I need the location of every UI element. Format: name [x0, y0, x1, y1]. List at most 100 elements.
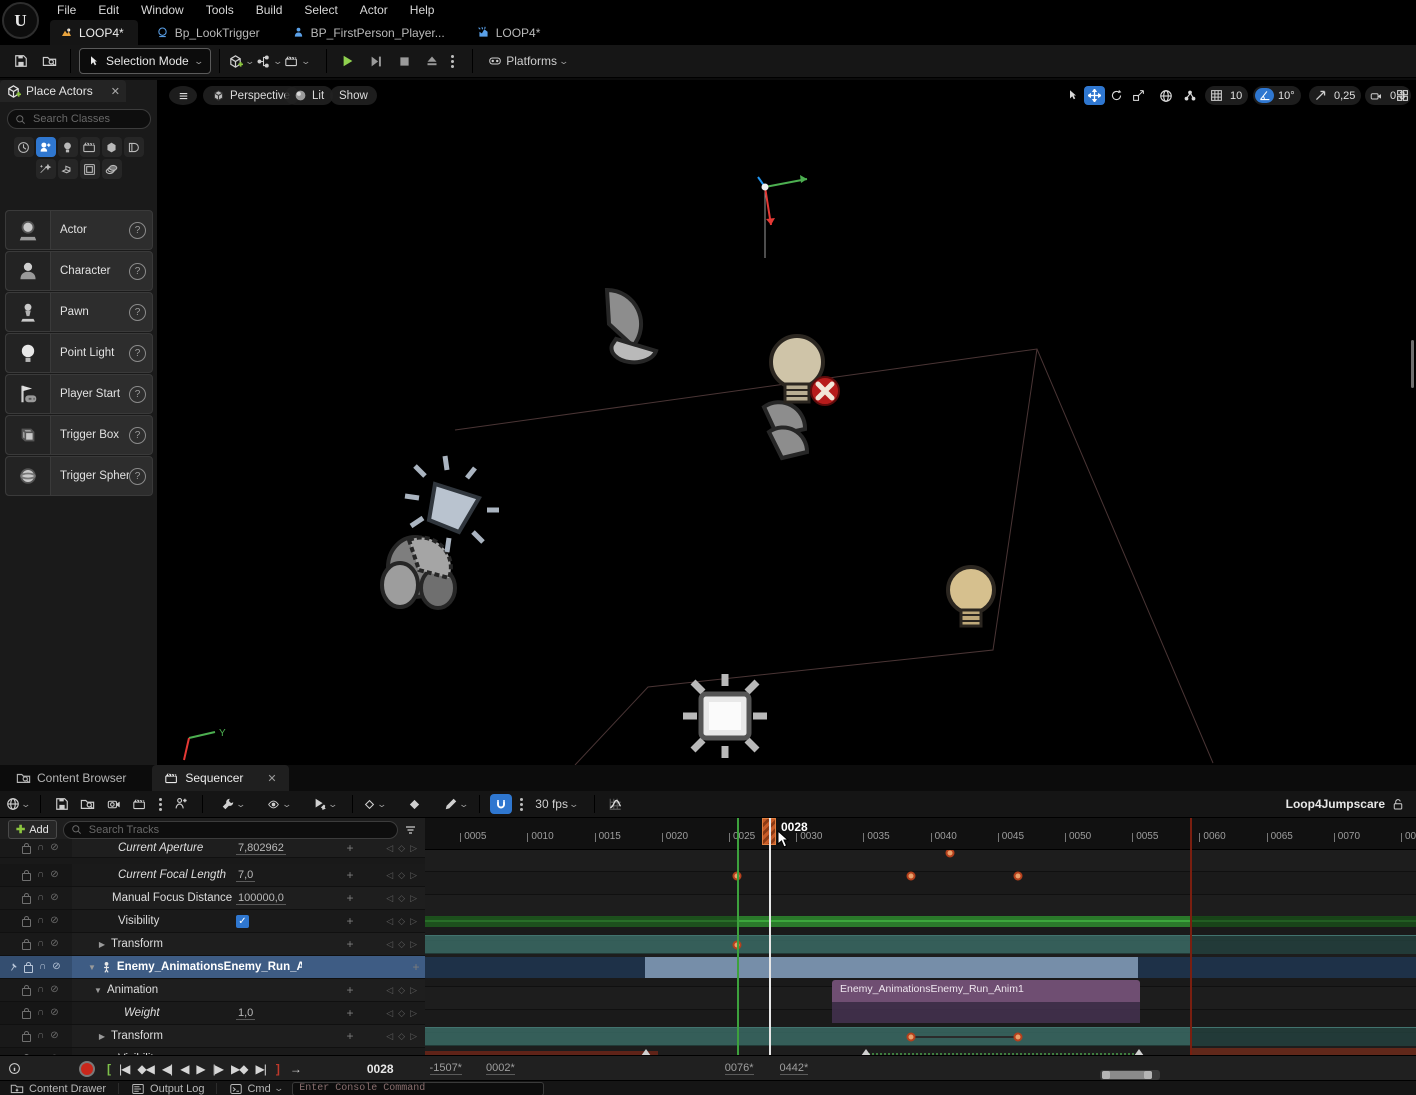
playback-start-line[interactable]: [737, 818, 739, 1055]
add-key-icon[interactable]: ◇: [398, 985, 405, 996]
prev-key-icon[interactable]: ◁: [386, 1008, 393, 1019]
lock-icon[interactable]: [22, 846, 31, 854]
track-row-manual-focus-distance-f[interactable]: ∩⊘Manual Focus Distance (F100000,0+◁◇▷: [0, 887, 425, 910]
next-key-icon[interactable]: ▷: [410, 939, 417, 950]
visibility-section[interactable]: [425, 916, 1416, 927]
help-icon[interactable]: ?: [129, 345, 146, 362]
deactivate-icon[interactable]: ⊘: [50, 1008, 58, 1018]
set-end-bracket[interactable]: ]: [276, 1062, 280, 1076]
curve-editor-button[interactable]: [605, 793, 627, 815]
content-drawer-button[interactable]: Content Drawer: [0, 1082, 106, 1095]
close-icon[interactable]: ✕: [267, 772, 276, 785]
mute-icon[interactable]: ∩: [39, 962, 46, 972]
cinematics-dropdown[interactable]: ⌄: [284, 48, 310, 74]
asset-tab-1[interactable]: Bp_LookTrigger: [146, 20, 274, 45]
in-frame-field[interactable]: 0002*: [486, 1062, 515, 1075]
value-field[interactable]: 100000,0: [236, 892, 286, 905]
next-key-icon[interactable]: ▷: [410, 916, 417, 927]
mute-icon[interactable]: ∩: [37, 843, 44, 853]
stop-button[interactable]: [391, 48, 417, 74]
content-browser-button[interactable]: [36, 48, 62, 74]
play-options-kebab[interactable]: [447, 55, 458, 68]
search-tracks-input[interactable]: [87, 823, 390, 837]
snap-options-kebab[interactable]: [516, 798, 527, 811]
bottom-tab-sequencer[interactable]: Sequencer✕: [152, 765, 288, 791]
menu-item-build[interactable]: Build: [245, 0, 294, 20]
viewport-menu-button[interactable]: [169, 86, 197, 105]
category-cinematic-icon[interactable]: [80, 137, 100, 157]
prev-key-icon[interactable]: ◁: [386, 870, 393, 881]
place-actor-item-character[interactable]: Character?: [5, 251, 153, 291]
view-options-dropdown[interactable]: ⌄: [266, 793, 291, 815]
category-panel-icon[interactable]: [80, 159, 100, 179]
sequencer-actions-button[interactable]: [170, 793, 192, 815]
keyframe[interactable]: [1014, 1032, 1023, 1041]
track-row-current-focal-length[interactable]: ∩⊘Current Focal Length7,0+◁◇▷: [0, 864, 425, 887]
grid-snap-control[interactable]: 10: [1205, 86, 1248, 105]
play-reverse-button[interactable]: ◀: [176, 1062, 192, 1076]
info-icon[interactable]: [8, 1062, 21, 1075]
unreal-logo-icon[interactable]: U: [2, 2, 39, 39]
rotation-snap-control[interactable]: 10°: [1253, 86, 1301, 105]
add-key-icon[interactable]: ◇: [398, 1008, 405, 1019]
track-row-visibility[interactable]: ∩⊘Visibility+◁◇▷: [0, 1048, 425, 1055]
place-actor-item-actor[interactable]: Actor?: [5, 210, 153, 250]
platforms-dropdown[interactable]: Platforms ⌄: [481, 48, 573, 74]
add-key-icon[interactable]: ◇: [398, 893, 405, 904]
deactivate-icon[interactable]: ⊘: [50, 939, 58, 949]
mute-icon[interactable]: ∩: [37, 916, 44, 926]
add-section-button[interactable]: +: [341, 937, 359, 951]
deactivate-icon[interactable]: ⊘: [52, 962, 60, 972]
snap-toggle-button[interactable]: [490, 794, 512, 814]
search-classes-box[interactable]: [7, 109, 151, 129]
prev-key-icon[interactable]: ◁: [386, 985, 393, 996]
to-end-button[interactable]: ▶|: [251, 1062, 269, 1076]
jump-forward-button[interactable]: →: [286, 1062, 305, 1076]
blueprints-dropdown[interactable]: ⌄: [256, 48, 282, 74]
lock-icon[interactable]: [22, 942, 31, 950]
filter-icon[interactable]: [404, 824, 417, 836]
value-field[interactable]: 7,802962: [236, 842, 286, 855]
sequencer-timeline[interactable]: Enemy_AnimationsEnemy_Run_Anim1 00050010…: [425, 818, 1416, 1055]
prev-key-icon[interactable]: ◁: [386, 843, 393, 854]
search-tracks-box[interactable]: [63, 821, 398, 839]
mute-icon[interactable]: ∩: [37, 939, 44, 949]
frame-skip-button[interactable]: [363, 48, 389, 74]
add-section-button[interactable]: +: [407, 960, 425, 974]
next-key-icon[interactable]: ▷: [410, 870, 417, 881]
set-start-bracket[interactable]: [: [107, 1062, 111, 1076]
deactivate-icon[interactable]: ⊘: [50, 870, 58, 880]
world-local-toggle[interactable]: [1155, 86, 1176, 105]
help-icon[interactable]: ?: [129, 386, 146, 403]
track-row-enemy-animationsenemy-run-anim[interactable]: ∩⊘▼Enemy_AnimationsEnemy_Run_Anim+: [0, 956, 425, 979]
category-recently-placed-icon[interactable]: [14, 137, 34, 157]
help-icon[interactable]: ?: [129, 304, 146, 321]
place-actor-item-point-light[interactable]: Point Light?: [5, 333, 153, 373]
add-key-icon[interactable]: ◇: [398, 1031, 405, 1042]
chevron-right-icon[interactable]: ▶: [97, 940, 107, 949]
mute-icon[interactable]: ∩: [37, 985, 44, 995]
sequencer-save-button[interactable]: [51, 793, 73, 815]
keyframe[interactable]: [1014, 871, 1023, 880]
add-key-icon[interactable]: ◇: [398, 843, 405, 854]
lock-icon[interactable]: [22, 919, 31, 927]
keyframe-options-dropdown[interactable]: ⌄: [363, 793, 386, 815]
help-icon[interactable]: ?: [129, 263, 146, 280]
prev-key-icon[interactable]: ◁: [386, 939, 393, 950]
asset-tab-0[interactable]: LOOP4*: [50, 20, 138, 45]
next-key-icon[interactable]: ▷: [410, 1031, 417, 1042]
next-key-icon[interactable]: ▷: [410, 843, 417, 854]
lock-icon[interactable]: [22, 896, 31, 904]
track-row-weight[interactable]: ∩⊘Weight1,0+◁◇▷: [0, 1002, 425, 1025]
animation-range-section[interactable]: [645, 957, 1138, 978]
playback-end-line[interactable]: [1190, 818, 1192, 1055]
sequencer-render-button[interactable]: [129, 793, 151, 815]
lock-icon[interactable]: [22, 1011, 31, 1019]
play-forward-button[interactable]: ▶: [192, 1062, 208, 1076]
menu-item-select[interactable]: Select: [293, 0, 348, 20]
category-all-classes-icon[interactable]: [102, 159, 122, 179]
add-section-button[interactable]: +: [341, 868, 359, 882]
add-actor-dropdown[interactable]: ⌄: [228, 48, 254, 74]
mute-icon[interactable]: ∩: [37, 893, 44, 903]
chevron-down-icon[interactable]: ▼: [93, 986, 103, 995]
